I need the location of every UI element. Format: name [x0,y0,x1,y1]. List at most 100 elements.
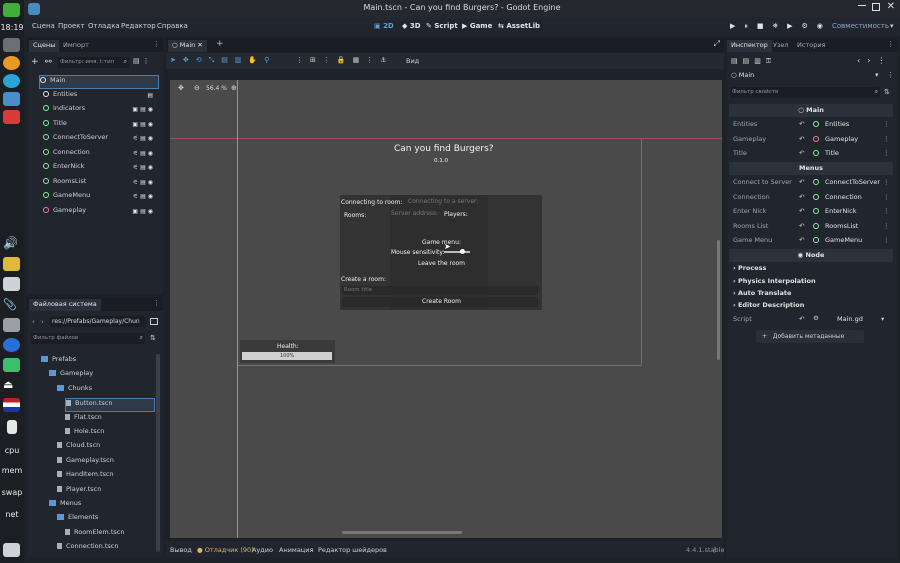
inspected-node[interactable]: ○ Main [731,71,754,79]
file-filter-input[interactable]: Фильтр файлов ⌕ [31,333,145,344]
sensitivity-slider[interactable] [444,249,470,254]
property-value[interactable]: EnterNick [825,207,856,215]
zoom-out-icon[interactable]: ⊖ [194,84,200,92]
tab-history[interactable]: История [793,40,829,52]
revert-icon[interactable]: ↶ [799,236,804,244]
mode-assetlib-button[interactable]: ⇆ AssetLib [498,22,540,30]
scene-node-row[interactable]: Title ▣▤◉ [43,119,159,133]
property-menu-icon[interactable]: ⋮ [883,178,890,186]
scene-node-row[interactable]: Indicators ▣▤◉ [43,104,159,118]
scene-node-row[interactable]: RoomsList ⚟▤◉ [43,177,159,191]
script-gear-icon[interactable]: ⚙ [813,314,819,322]
file-item[interactable]: RoomElem.tscn [65,528,155,542]
folder-item[interactable]: Prefabs [41,355,155,369]
property-menu-icon[interactable]: ⋮ [883,135,890,143]
scene-node-row[interactable]: Main [39,75,159,89]
object-props-icon[interactable]: ⋮ [887,71,894,79]
script-dropdown-icon[interactable]: ▾ [881,315,884,323]
property-menu-icon[interactable]: ⋮ [883,236,890,244]
menu-editor[interactable]: Редактор [121,22,156,30]
filesystem-path[interactable]: res://Prefabs/Gameplay/Chun [49,316,145,327]
file-item[interactable]: Connection.tscn [57,542,155,556]
mode-3d-button[interactable]: ◆ 3D [402,22,421,30]
add-node-icon[interactable]: + [31,57,39,67]
menu-project[interactable]: Проект [58,22,85,30]
keyboard-layout-icon[interactable] [3,398,20,412]
window-icon[interactable] [3,277,20,291]
add-metadata-button[interactable]: + Добавить метаданные [756,330,864,343]
group-physics-interpolation[interactable]: › Physics Interpolation [733,277,816,285]
property-value[interactable]: Entities [825,120,849,128]
distraction-free-icon[interactable]: ⤢ [714,39,720,49]
node-visibility-icons[interactable]: ⚟▤◉ [133,193,155,200]
pan-icon[interactable]: ✥ [178,84,184,92]
tab-import[interactable]: Импорт [59,40,93,52]
canvas-viewport[interactable]: ✥ ⊖ 56.4 % ⊕ Can you find Burgers? 0.1.0… [170,80,722,538]
view-menu[interactable]: Вид [406,57,419,65]
scene-tools-icons[interactable]: ▤⋮ [133,57,153,65]
tab-output[interactable]: Вывод [170,546,192,554]
revert-icon[interactable]: ↶ [799,222,804,230]
link-icon[interactable]: ⚯ [45,57,52,66]
revert-icon[interactable]: ↶ [799,135,804,143]
file-item[interactable]: Player.tscn [57,485,155,499]
property-filter-input[interactable]: Фильтр свойств ⌕ [730,87,880,98]
sort-icon[interactable]: ⇅ [150,334,156,342]
mode-2d-button[interactable]: ▣ 2D [374,22,394,30]
scene-filter-input[interactable]: Фильтр: имя, t:тип ⌕ [57,57,129,68]
folder-item[interactable]: Gameplay [49,369,155,383]
tab-scene[interactable]: Сцены [29,40,60,52]
tab-filesystem[interactable]: Файловая система [29,299,101,311]
renderer-select[interactable]: Совместимость [832,22,889,30]
file-item[interactable]: HandItem.tscn [57,470,155,484]
mode-script-button[interactable]: ✎ Script [426,22,458,30]
tab-inspector[interactable]: Инспектор [727,40,772,52]
node-dropdown-icon[interactable]: ▾ [875,71,879,79]
node-visibility-icons[interactable]: ⚟▤◉ [133,150,155,157]
renderer-chevron-icon[interactable]: ▾ [890,22,894,30]
scene-node-row[interactable]: Gameplay ▣▤◉ [43,206,159,220]
property-value[interactable]: Gameplay [825,135,858,143]
file-item[interactable]: Gameplay.tscn [57,456,155,470]
scene-node-row[interactable]: EnterNick ⚟▤◉ [43,162,159,176]
script-revert-icon[interactable]: ↶ [799,315,804,323]
file-item[interactable]: Flat.tscn [65,413,155,427]
revert-icon[interactable]: ↶ [799,207,804,215]
create-room-button[interactable]: Create Room [342,297,538,307]
node-visibility-icons[interactable]: ▣▤◉ [132,121,155,128]
property-menu-icon[interactable]: ⋮ [883,120,890,128]
tab-audio[interactable]: Аудио [252,546,273,554]
property-sort-icon[interactable]: ⇅ [884,88,890,96]
filesystem-menu-icon[interactable]: ⋮ [153,299,160,307]
close-button[interactable]: ✕ [887,1,895,12]
script-value[interactable]: Main.gd [837,315,863,323]
snap-tools-icons[interactable]: ⋮⊞⋮🔒▦⋮⚓ [296,56,393,64]
history-nav-icons[interactable]: ‹›⋮ [857,56,892,65]
scene-node-row[interactable]: Entities ▤ [43,90,159,104]
add-tab-icon[interactable]: + [216,39,224,49]
menu-debug[interactable]: Отладка [88,22,120,30]
godot-icon[interactable] [3,92,20,106]
revert-icon[interactable]: ↶ [799,149,804,157]
tray-icon[interactable] [3,543,20,557]
revert-icon[interactable]: ↶ [799,178,804,186]
clip-icon[interactable]: 📎 [3,298,20,312]
group-editor-description[interactable]: › Editor Description [733,301,804,309]
qr-icon[interactable] [3,318,20,332]
file-item[interactable]: Button.tscn [65,398,155,413]
inspector-menu-icon[interactable]: ⋮ [887,40,894,48]
leave-room-button[interactable]: Leave the room [418,260,465,267]
tab-node[interactable]: Узел [769,40,793,52]
maximize-button[interactable] [872,3,880,11]
node-visibility-icons[interactable]: ⚟▤◉ [133,164,155,171]
select-tools-icons[interactable]: ➤✥⟲⤡▤▥✋⚲ [170,56,276,65]
property-value[interactable]: GameMenu [825,236,862,244]
revert-icon[interactable]: ↶ [799,193,804,201]
node-visibility-icons[interactable]: ⚟▤◉ [133,135,155,142]
file-item[interactable]: Cloud.tscn [57,441,155,455]
filesystem-scrollbar[interactable] [156,354,160,552]
mode-game-button[interactable]: ▶ Game [462,22,492,30]
menu-help[interactable]: Справка [157,22,188,30]
node-visibility-icons[interactable]: ⚟▤◉ [133,179,155,186]
scene-node-row[interactable]: ConnectToServer ⚟▤◉ [43,133,159,147]
